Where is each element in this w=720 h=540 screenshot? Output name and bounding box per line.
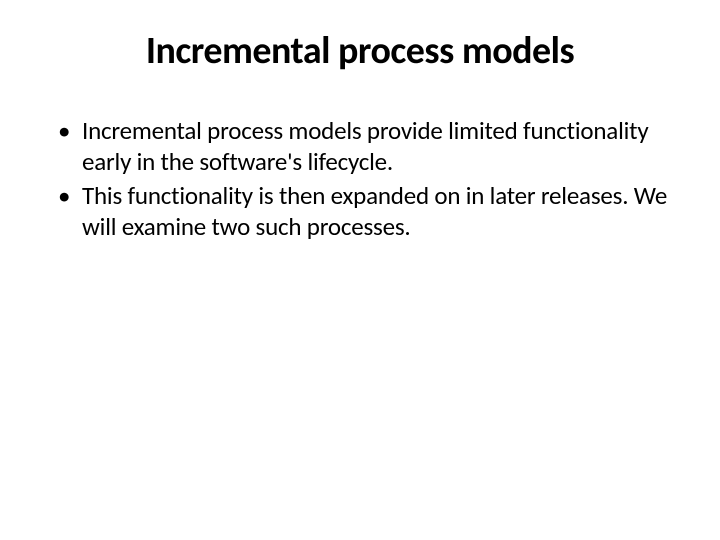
slide-title: Incremental process models	[50, 28, 670, 74]
slide: Incremental process models Incremental p…	[0, 0, 720, 540]
list-item: This functionality is then expanded on i…	[58, 181, 670, 242]
bullet-list: Incremental process models provide limit…	[50, 116, 670, 242]
list-item: Incremental process models provide limit…	[58, 116, 670, 177]
